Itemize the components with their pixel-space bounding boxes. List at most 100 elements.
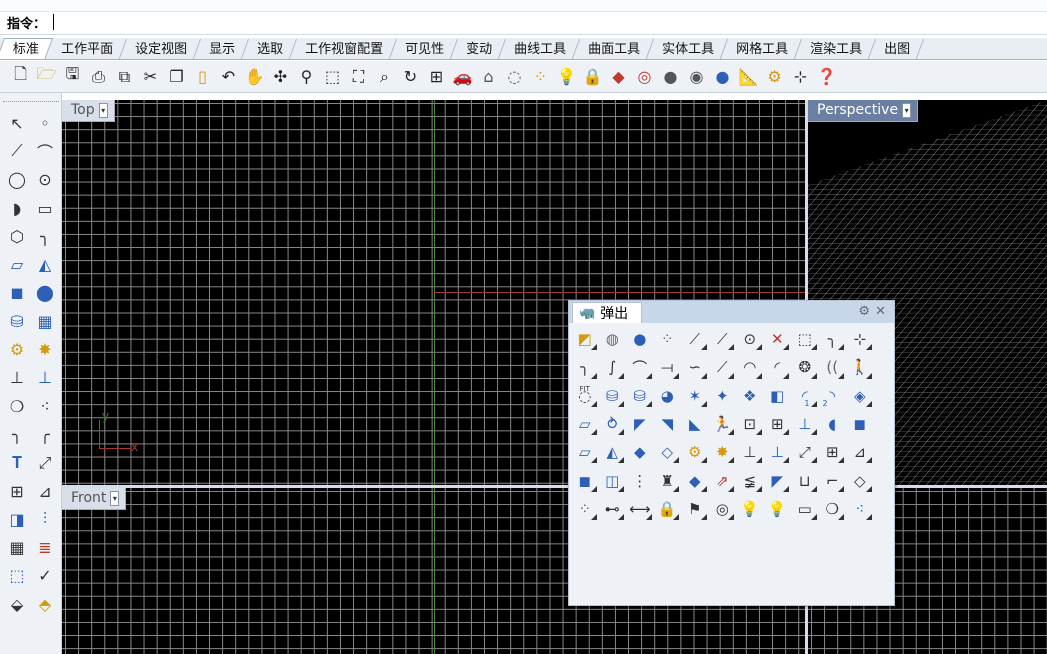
extrude-plane-icon[interactable]: ▱ <box>571 438 599 466</box>
explode-yellow-icon[interactable]: ✸ <box>709 438 737 466</box>
tab-render-tools[interactable]: 渲染工具 <box>794 39 877 59</box>
distance-measure-icon[interactable]: ⊷ <box>599 495 627 523</box>
fillet-edge-icon[interactable]: ╮ <box>3 420 31 448</box>
arc-tool-icon[interactable]: ◜ <box>764 353 792 381</box>
copy-icon[interactable]: ❐ <box>165 65 188 88</box>
tab-standard[interactable]: 标准 <box>0 38 54 59</box>
tab-visibility[interactable]: 可见性 <box>389 39 459 59</box>
box-icon[interactable]: ◼ <box>3 279 31 307</box>
rail-revolve-icon[interactable]: ◤ <box>626 410 654 438</box>
scale-icon[interactable]: ⬙ <box>3 590 31 618</box>
rectangle-icon[interactable]: ▭ <box>31 194 59 222</box>
rotate-camera-icon[interactable]: ↻ <box>399 65 422 88</box>
cut-icon[interactable]: ✂ <box>139 65 162 88</box>
analyze-icon[interactable]: ⊿ <box>31 477 59 505</box>
viewport-title-front[interactable]: Front ▾ <box>62 488 127 510</box>
bracket-icon[interactable]: ⌂ <box>477 65 500 88</box>
line-icon[interactable]: ⟋ <box>681 325 709 353</box>
settings-gears-icon[interactable]: ⚙ <box>763 65 786 88</box>
import-icon[interactable]: ⧉ <box>113 65 136 88</box>
curve-fillet-icon[interactable]: ╮ <box>31 222 59 250</box>
tangent-line-icon[interactable]: ✕ <box>764 325 792 353</box>
cylinder-icon[interactable]: ⛁ <box>3 307 31 335</box>
render-sphere-icon[interactable]: ● <box>626 325 654 353</box>
layer-icon[interactable]: ≣ <box>31 533 59 561</box>
zoom-fit-icon[interactable]: FIT ◌ <box>571 382 599 410</box>
blend-surface-icon[interactable]: ◥ <box>654 410 682 438</box>
mesh-icon[interactable]: ▦ <box>31 307 59 335</box>
extend-curve-icon[interactable]: ⟋ <box>709 353 737 381</box>
surface-from-points-icon[interactable]: ▱ <box>3 250 31 278</box>
sweep-one-two-icon[interactable]: ◜ 1 <box>791 382 819 410</box>
shaded-sphere-icon[interactable]: ◍ <box>599 325 627 353</box>
measure-icon[interactable]: 📐 <box>737 65 760 88</box>
arc-icon[interactable]: ◗ <box>3 194 31 222</box>
relocate-icon[interactable]: ⇗ <box>709 466 737 494</box>
print-icon[interactable]: ⎙ <box>87 65 110 88</box>
viewport-title-perspective[interactable]: Perspective ▾ <box>808 100 919 122</box>
check-icon[interactable]: ✓ <box>31 562 59 590</box>
lock-tool-icon[interactable]: 🔒 <box>654 495 682 523</box>
cylinder-cap-icon[interactable]: ⛁ <box>599 382 627 410</box>
tab-display[interactable]: 显示 <box>193 39 250 59</box>
command-input[interactable] <box>52 13 1042 31</box>
paste-icon[interactable]: ▯ <box>191 65 214 88</box>
arc-icon[interactable]: ◠ <box>736 353 764 381</box>
boolean-icon[interactable]: ❍ <box>3 392 31 420</box>
curve-from-edge-icon[interactable]: ⌐ <box>819 466 847 494</box>
helix-icon[interactable]: ◎ <box>709 495 737 523</box>
tab-cplane[interactable]: 工作平面 <box>45 39 128 59</box>
help-icon[interactable]: ❓ <box>815 65 838 88</box>
select-frame-icon[interactable]: ⊞ <box>764 410 792 438</box>
fillet-surface-icon[interactable]: ◖ <box>819 410 847 438</box>
grid-snap-icon[interactable]: ⊹ <box>789 65 812 88</box>
spiral-icon[interactable]: ❂ <box>791 353 819 381</box>
boolean-union-icon[interactable]: ⬤ <box>31 279 59 307</box>
render-preview-icon[interactable]: ● <box>711 65 734 88</box>
curve-tool-icon[interactable]: ∽ <box>681 353 709 381</box>
save-icon[interactable]: 🖫 <box>61 64 84 88</box>
surface-edge-icon[interactable]: ◇ <box>654 438 682 466</box>
dimension-line-icon[interactable]: ⟷ <box>626 495 654 523</box>
pan-hand-icon[interactable]: ✋ <box>243 65 266 88</box>
s-curve-icon[interactable]: ∫ <box>599 353 627 381</box>
render-sphere-icon[interactable]: ● <box>659 65 682 88</box>
rotate-view-icon[interactable]: ✣ <box>269 65 292 88</box>
render-icon[interactable]: ◨ <box>3 505 31 533</box>
color-wheel-icon[interactable]: ◎ <box>633 65 656 88</box>
diamond-solid-icon[interactable]: ◆ <box>681 466 709 494</box>
polygon-icon[interactable]: ⬡ <box>3 222 31 250</box>
close-icon[interactable]: ✕ <box>875 304 886 319</box>
tab-select[interactable]: 选取 <box>241 39 298 59</box>
rectangle-icon[interactable]: ⬚ <box>791 325 819 353</box>
plane-icon[interactable]: ▱ <box>571 410 599 438</box>
viewport-menu-icon[interactable]: ▾ <box>902 102 912 118</box>
tab-layout[interactable]: 出图 <box>868 39 925 59</box>
plane-ghost-icon[interactable]: ◇ <box>846 466 874 494</box>
tab-transform[interactable]: 变动 <box>450 39 507 59</box>
blend-curve-icon[interactable]: ⌒ <box>626 353 654 381</box>
undo-icon[interactable]: ↶ <box>217 65 240 88</box>
light-bulb-icon[interactable]: 💡 <box>555 65 578 88</box>
polyline-icon[interactable]: ⟋ <box>709 325 737 353</box>
grid-array-icon[interactable]: ▦ <box>3 533 31 561</box>
connect-icon[interactable]: ⤢ <box>791 438 819 466</box>
viewport-title-top[interactable]: Top ▾ <box>62 100 115 122</box>
surface-stack-icon[interactable]: ⛁ <box>626 382 654 410</box>
viewport-menu-icon[interactable]: ▾ <box>98 102 108 118</box>
tab-curve-tools[interactable]: 曲线工具 <box>498 39 581 59</box>
snap-grid-icon[interactable]: ⊹ <box>846 325 874 353</box>
circle-icon[interactable]: ◯ <box>3 166 31 194</box>
light-bulb-on-icon[interactable]: 💡 <box>736 495 764 523</box>
polyline-icon[interactable]: ⟋ <box>3 137 31 165</box>
vertical-stack-icon[interactable]: ⋮ <box>626 466 654 494</box>
explode-blue-icon[interactable]: ✶ <box>681 382 709 410</box>
fillet-curve-icon[interactable]: ╮ <box>571 353 599 381</box>
circle-dashed-icon[interactable]: ◌ <box>503 65 526 88</box>
transform-gear-icon[interactable]: ⚙ <box>681 438 709 466</box>
point-array-icon[interactable]: ⁘ <box>571 495 599 523</box>
trim-surface-icon[interactable]: ⊥ <box>791 410 819 438</box>
viewport-menu-icon[interactable]: ▾ <box>110 490 120 506</box>
curve-control-icon[interactable]: ⌒ <box>31 137 59 165</box>
surface-tools-icon[interactable]: ◭ <box>31 250 59 278</box>
